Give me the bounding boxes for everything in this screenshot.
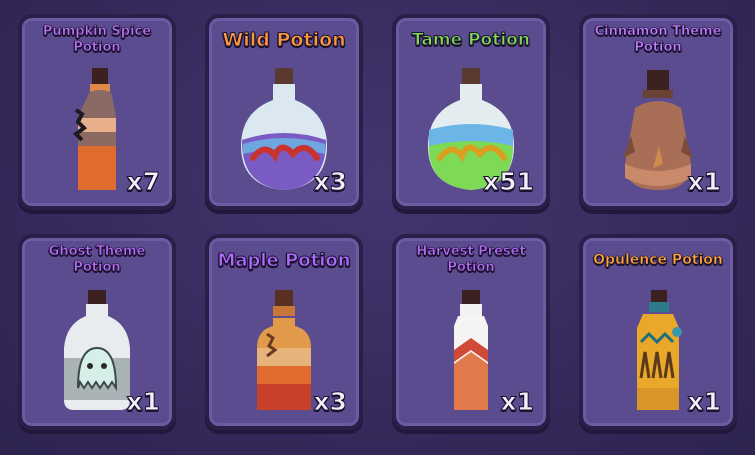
potion-name: Harvest Preset Potion — [416, 244, 526, 276]
potion-card-wild[interactable]: Wild Potion x3 — [205, 14, 363, 210]
potion-card-harvest-preset[interactable]: Harvest Preset Potion x1 — [392, 234, 550, 430]
potion-card-pumpkin-spice[interactable]: Pumpkin Spice Potion x7 — [18, 14, 176, 210]
potion-name: Pumpkin Spice Potion — [42, 24, 152, 56]
potion-card-ghost-theme[interactable]: Ghost Theme Potion x1 — [18, 234, 176, 430]
potion-quantity: x1 — [687, 387, 722, 417]
potion-card-cinnamon-theme[interactable]: Cinnamon Theme Potion x1 — [579, 14, 737, 210]
potion-name: Cinnamon Theme Potion — [594, 24, 722, 56]
potion-name: Tame Potion — [412, 30, 531, 50]
potion-card-tame[interactable]: Tame Potion x51 — [392, 14, 550, 210]
potion-card-opulence[interactable]: Opulence Potion x1 — [579, 234, 737, 430]
potion-inventory-grid: Pumpkin Spice Potion x7 Wild Potion x3 T… — [0, 0, 755, 455]
potion-name: Maple Potion — [217, 250, 351, 271]
potion-name: Opulence Potion — [593, 252, 723, 269]
potion-quantity: x1 — [126, 387, 161, 417]
potion-name: Wild Potion — [222, 29, 346, 51]
potion-name: Ghost Theme Potion — [48, 244, 146, 276]
potion-quantity: x3 — [313, 387, 348, 417]
potion-quantity: x3 — [313, 167, 348, 197]
potion-quantity: x1 — [687, 167, 722, 197]
potion-quantity: x1 — [500, 387, 535, 417]
potion-quantity: x7 — [126, 167, 161, 197]
potion-card-maple[interactable]: Maple Potion x3 — [205, 234, 363, 430]
potion-quantity: x51 — [483, 167, 535, 197]
